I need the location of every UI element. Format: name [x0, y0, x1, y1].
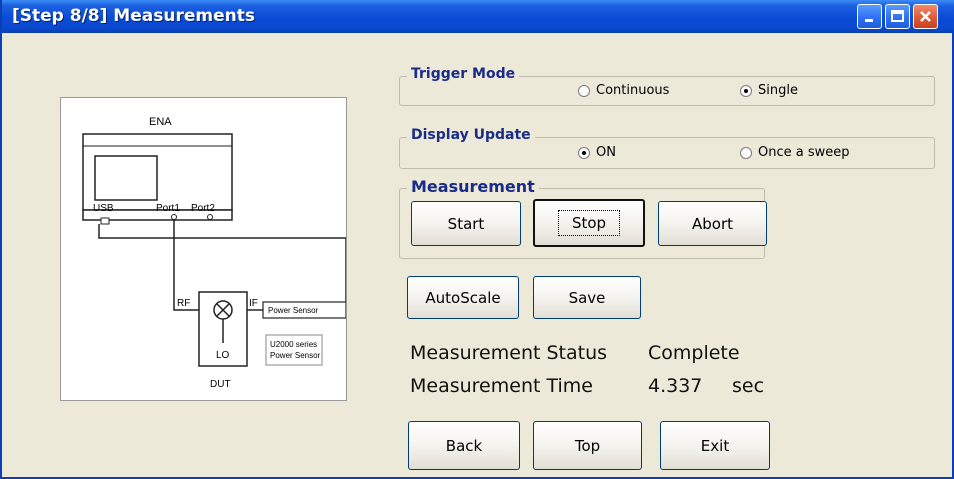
trigger-mode-group: Trigger Mode Continuous Single — [399, 66, 935, 106]
sensor-caption-line2: Power Sensor — [270, 351, 321, 360]
radio-single-label: Single — [758, 83, 798, 98]
radio-continuous[interactable]: Continuous — [578, 83, 669, 98]
exit-button-label: Exit — [700, 436, 730, 455]
measurement-title: Measurement — [407, 177, 539, 196]
autoscale-button[interactable]: AutoScale — [407, 276, 519, 319]
abort-button-label: Abort — [691, 214, 733, 233]
start-button-label: Start — [447, 214, 485, 233]
lo-label: LO — [216, 350, 230, 361]
minimize-button[interactable] — [857, 4, 882, 29]
maximize-button[interactable] — [885, 4, 910, 29]
measurement-time-label: Measurement Time — [410, 375, 593, 397]
close-button[interactable] — [913, 4, 938, 29]
measurement-status-value: Complete — [648, 342, 740, 364]
close-icon — [920, 11, 931, 22]
if-label: IF — [249, 298, 258, 309]
ena-screen — [94, 155, 158, 201]
rf-label: RF — [177, 298, 190, 309]
power-sensor-label: Power Sensor — [268, 306, 319, 315]
back-button[interactable]: Back — [408, 421, 520, 470]
maximize-icon — [891, 10, 904, 22]
top-button-label: Top — [574, 436, 601, 455]
connection-diagram: ENA USB Port1 Port2 RF IF LO DUT Power S… — [60, 97, 347, 401]
radio-indicator-selected — [578, 146, 590, 159]
window-title: [Step 8/8] Measurements — [12, 6, 255, 26]
save-button[interactable]: Save — [533, 276, 641, 319]
display-update-group: Display Update ON Once a sweep — [399, 127, 935, 169]
radio-single[interactable]: Single — [740, 83, 798, 98]
port2-connector — [207, 214, 213, 220]
radio-once-a-sweep-label: Once a sweep — [758, 145, 850, 160]
abort-button[interactable]: Abort — [658, 201, 767, 246]
port1-label: Port1 — [156, 203, 180, 214]
usb-connector — [100, 217, 110, 225]
stop-button[interactable]: Stop — [533, 199, 645, 247]
port1-connector — [171, 214, 177, 220]
radio-continuous-label: Continuous — [596, 83, 670, 98]
top-button[interactable]: Top — [533, 421, 642, 470]
diagram-svg: ENA USB Port1 Port2 RF IF LO DUT Power S… — [82, 116, 347, 390]
measurement-time-value: 4.337 — [648, 375, 703, 397]
radio-on[interactable]: ON — [578, 145, 616, 160]
dut-label: DUT — [210, 379, 231, 390]
usb-label: USB — [93, 203, 114, 214]
measurement-time-unit: sec — [732, 375, 765, 397]
exit-button[interactable]: Exit — [660, 421, 770, 470]
display-update-title: Display Update — [407, 127, 535, 143]
ena-label: ENA — [149, 116, 172, 128]
radio-indicator — [578, 84, 590, 97]
back-button-label: Back — [445, 436, 483, 455]
minimize-icon — [865, 19, 873, 22]
radio-indicator — [740, 146, 752, 159]
radio-indicator-selected — [740, 84, 752, 97]
start-button[interactable]: Start — [411, 201, 521, 246]
sensor-caption-line1: U2000 series — [270, 340, 317, 349]
trigger-mode-title: Trigger Mode — [407, 66, 520, 82]
radio-on-label: ON — [596, 145, 616, 160]
measurement-status-label: Measurement Status — [410, 342, 608, 364]
measurements-window: [Step 8/8] Measurements ENA USB Port1 Po… — [0, 0, 954, 479]
save-button-label: Save — [568, 288, 606, 307]
stop-button-label: Stop — [557, 210, 621, 236]
autoscale-button-label: AutoScale — [425, 288, 501, 307]
title-bar[interactable]: [Step 8/8] Measurements — [2, 0, 954, 33]
radio-once-a-sweep[interactable]: Once a sweep — [740, 145, 850, 160]
port2-label: Port2 — [191, 203, 215, 214]
